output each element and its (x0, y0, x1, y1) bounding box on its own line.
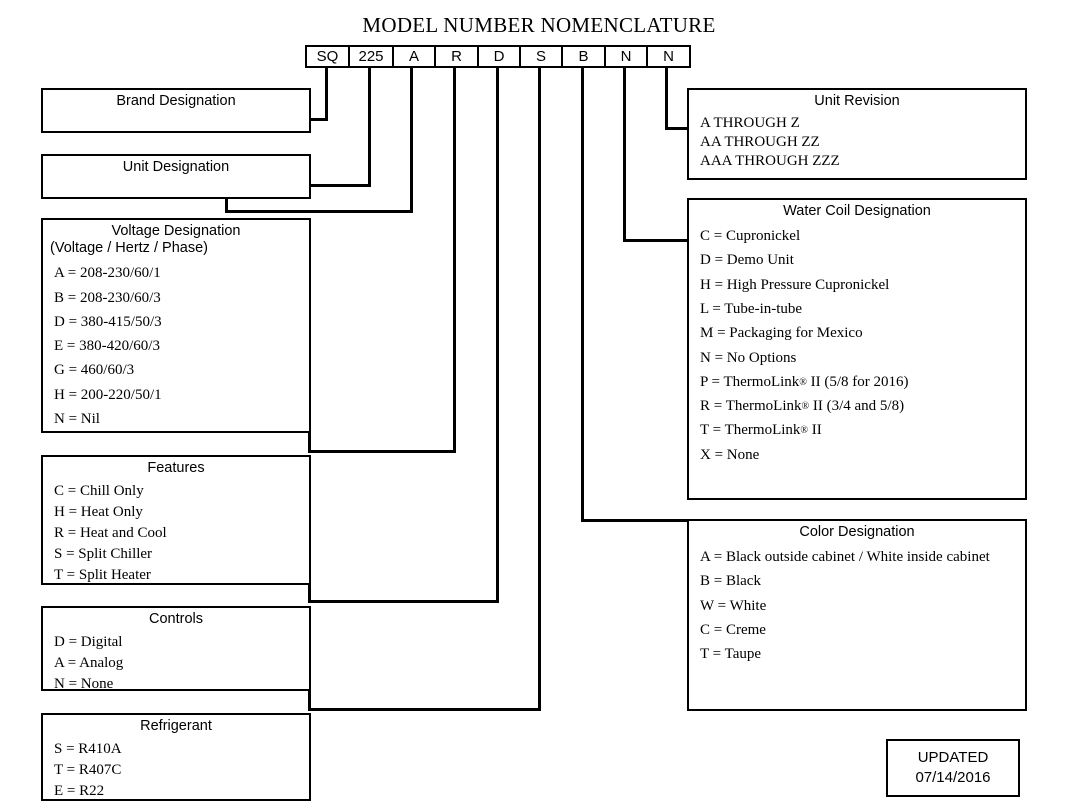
updated-stamp: UPDATED 07/14/2016 (886, 739, 1020, 797)
unit-revision-option: AAA THROUGH ZZZ (700, 153, 840, 170)
color-option: A = Black outside cabinet / White inside… (700, 549, 990, 566)
registered-trademark-icon: ® (800, 425, 809, 437)
water-coil-option: C = Cupronickel (700, 228, 801, 245)
box-water-coil-designation: Water Coil Designation C = Cupronickel D … (687, 198, 1027, 500)
model-number-cell-controls[interactable]: D (479, 47, 521, 66)
color-designation-list: A = Black outside cabinet / White inside… (689, 541, 1025, 666)
water-coil-option: M = Packaging for Mexico (700, 325, 863, 342)
voltage-designation-heading: Voltage Designation (111, 223, 241, 239)
connector-watercoil-drop (623, 68, 626, 241)
connector-brand-drop (325, 68, 328, 121)
connector-unitrevision-drop (665, 68, 668, 129)
model-number-cell-features[interactable]: R (436, 47, 479, 66)
connector-controls-drop (496, 68, 499, 603)
model-number-cell-water-coil[interactable]: N (606, 47, 648, 66)
connector-voltage-run (225, 210, 413, 213)
water-coil-option: D = Demo Unit (700, 252, 794, 269)
water-coil-option: T = ThermoLink® II (700, 422, 822, 439)
connector-features-drop (453, 68, 456, 453)
color-option: T = Taupe (700, 646, 762, 663)
connector-color-run (581, 519, 693, 522)
water-coil-heading: Water Coil Designation (783, 203, 931, 219)
registered-trademark-icon: ® (801, 401, 810, 412)
connector-features-run (308, 450, 456, 453)
diagram-canvas: MODEL NUMBER NOMENCLATURE SQ 225 A R D S B N N B… (0, 0, 1078, 812)
control-option: A = Analog (54, 655, 124, 672)
feature-option: T = Split Heater (54, 567, 151, 584)
water-coil-option: P = ThermoLink® II (5/8 for 2016) (700, 373, 909, 390)
voltage-option: N = Nil (54, 411, 100, 427)
water-coil-list: C = Cupronickel D = Demo Unit H = High Pre… (689, 220, 1025, 467)
voltage-option: G = 460/60/3 (54, 362, 135, 379)
connector-controls-run (308, 600, 499, 603)
control-option: D = Digital (54, 634, 123, 651)
model-number-cell-unit[interactable]: 225 (350, 47, 394, 66)
box-features: Features C = Chill Only H = Heat Only R = … (41, 455, 311, 585)
connector-refrigerant-drop (538, 68, 541, 711)
refrigerant-list: S = R410A T = R407C E = R22 (43, 735, 309, 802)
voltage-option: E = 380-420/60/3 (54, 338, 160, 355)
controls-heading: Controls (149, 611, 203, 627)
water-coil-option: N = No Options (700, 349, 797, 366)
water-coil-option: R = ThermoLink® II (3/4 and 5/8) (700, 398, 905, 415)
control-option: N = None (54, 676, 114, 693)
refrigerant-option: E = R22 (54, 783, 105, 800)
refrigerant-option: T = R407C (54, 762, 122, 779)
unit-revision-option: AA THROUGH ZZ (700, 134, 820, 151)
box-refrigerant: Refrigerant S = R410A T = R407C E = R22 (41, 713, 311, 801)
voltage-option: H = 200-220/50/1 (54, 386, 162, 403)
unit-designation-heading: Unit Designation (122, 159, 230, 175)
box-brand-designation: Brand Designation (41, 88, 311, 133)
model-number-cell-voltage[interactable]: A (394, 47, 436, 66)
voltage-option: B = 208-230/60/3 (54, 289, 161, 306)
connector-watercoil-run (623, 239, 693, 242)
feature-option: S = Split Chiller (54, 546, 153, 563)
model-number-cell-color[interactable]: B (563, 47, 606, 66)
features-list: C = Chill Only H = Heat Only R = Heat and … (43, 477, 309, 586)
water-coil-option: L = Tube-in-tube (700, 301, 803, 317)
registered-trademark-icon: ® (799, 376, 807, 388)
voltage-option: A = 208-230/60/1 (54, 265, 161, 282)
color-option: C = Creme (700, 622, 766, 638)
model-number-cell-unit-revision[interactable]: N (648, 47, 689, 66)
water-coil-option: H = High Pressure Cupronickel (700, 276, 890, 293)
model-number-cell-refrigerant[interactable]: S (521, 47, 563, 66)
box-controls: Controls D = Digital A = Analog N = None (41, 606, 311, 692)
color-option: B = Black (700, 573, 761, 590)
unit-revision-heading: Unit Revision (814, 93, 900, 109)
color-option: W = White (700, 597, 767, 614)
feature-option: R = Heat and Cool (54, 525, 167, 542)
connector-brand-run (310, 118, 328, 121)
unit-revision-list: A THROUGH Z AA THROUGH ZZ AAA THROUGH ZZZ (689, 110, 1025, 172)
voltage-designation-list: A = 208-230/60/1 B = 208-230/60/3 D = 380-… (43, 257, 309, 431)
box-voltage-designation: Voltage Designation (Voltage / Hertz / P… (41, 218, 311, 433)
features-heading: Features (147, 460, 205, 476)
model-number-strip: SQ 225 A R D S B N N (305, 45, 691, 68)
connector-unit-run (308, 184, 371, 187)
brand-designation-heading: Brand Designation (116, 93, 236, 109)
voltage-option: D = 380-415/50/3 (54, 313, 162, 330)
water-coil-option: X = None (700, 446, 760, 463)
updated-date: 07/14/2016 (915, 769, 991, 786)
connector-color-drop (581, 68, 584, 521)
page-title: MODEL NUMBER NOMENCLATURE (362, 13, 716, 37)
connector-unit-drop (368, 68, 371, 187)
updated-label: UPDATED (917, 748, 989, 766)
controls-list: D = Digital A = Analog N = None (43, 628, 309, 695)
box-unit-designation: Unit Designation (41, 154, 311, 199)
model-number-cell-brand[interactable]: SQ (307, 47, 350, 66)
box-unit-revision: Unit Revision A THROUGH Z AA THROUGH ZZ AA… (687, 88, 1027, 180)
feature-option: H = Heat Only (54, 504, 143, 521)
refrigerant-option: S = R410A (54, 741, 122, 758)
box-color-designation: Color Designation A = Black outside cabi… (687, 519, 1027, 711)
voltage-designation-subheading: (Voltage / Hertz / Phase) (50, 240, 208, 257)
unit-revision-option: A THROUGH Z (700, 115, 800, 132)
feature-option: C = Chill Only (54, 483, 144, 500)
connector-voltage-drop (410, 68, 413, 213)
color-designation-heading: Color Designation (799, 524, 915, 540)
refrigerant-heading: Refrigerant (140, 718, 212, 734)
connector-refrigerant-run (308, 708, 541, 711)
